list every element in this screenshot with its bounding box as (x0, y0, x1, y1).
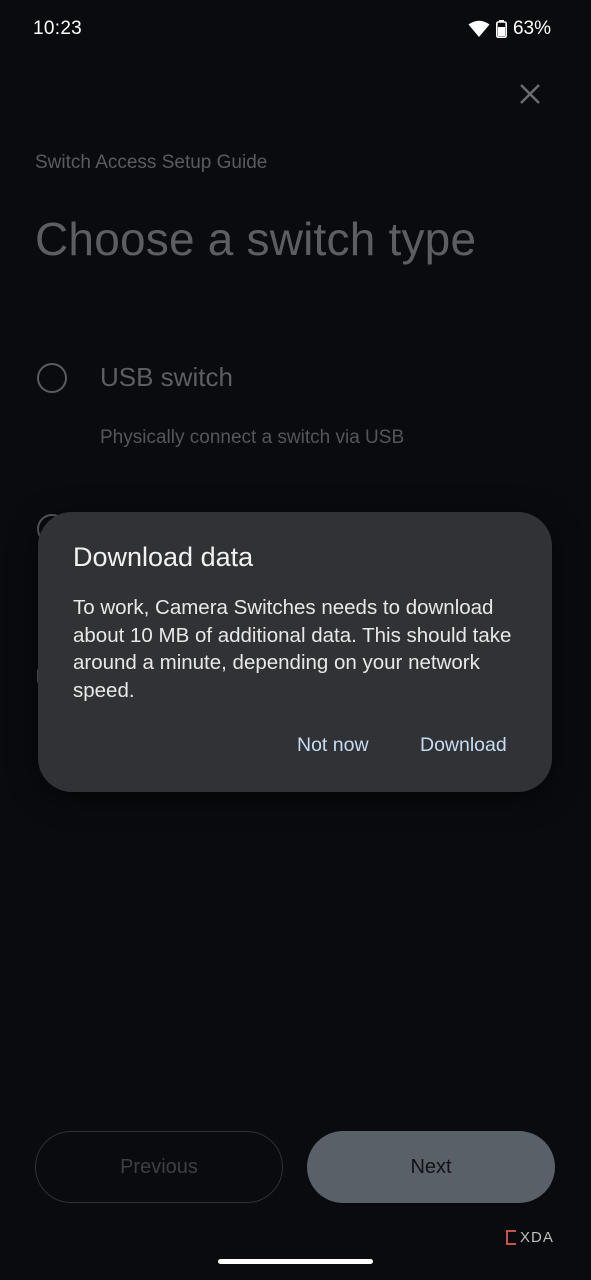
close-button[interactable] (510, 74, 550, 114)
status-time: 10:23 (33, 18, 83, 39)
page-title: Choose a switch type (35, 213, 477, 265)
dialog-message: To work, Camera Switches needs to downlo… (73, 596, 512, 702)
wifi-icon (468, 20, 490, 38)
usb-switch-description: Physically connect a switch via USB (100, 427, 405, 448)
xda-logo-mark (506, 1230, 516, 1245)
home-indicator[interactable] (218, 1259, 373, 1264)
status-icons: 63% (468, 18, 551, 40)
status-bar: 10:23 63% (0, 0, 591, 58)
xda-watermark-text: XDA (520, 1229, 554, 1246)
previous-button[interactable]: Previous (35, 1131, 283, 1203)
usb-switch-label[interactable]: USB switch (100, 362, 233, 393)
close-icon (520, 84, 540, 104)
download-dialog: Download data To work, Camera Switches n… (38, 512, 552, 792)
battery-icon (495, 20, 507, 38)
battery-percent: 63% (512, 18, 551, 39)
dialog-title: Download data (73, 542, 254, 572)
page-subtitle: Switch Access Setup Guide (35, 152, 268, 173)
usb-switch-radio[interactable] (37, 363, 67, 393)
download-button[interactable]: Download (420, 734, 507, 757)
not-now-button[interactable]: Not now (297, 734, 369, 757)
xda-watermark: XDA (506, 1229, 554, 1246)
next-button[interactable]: Next (307, 1131, 555, 1203)
